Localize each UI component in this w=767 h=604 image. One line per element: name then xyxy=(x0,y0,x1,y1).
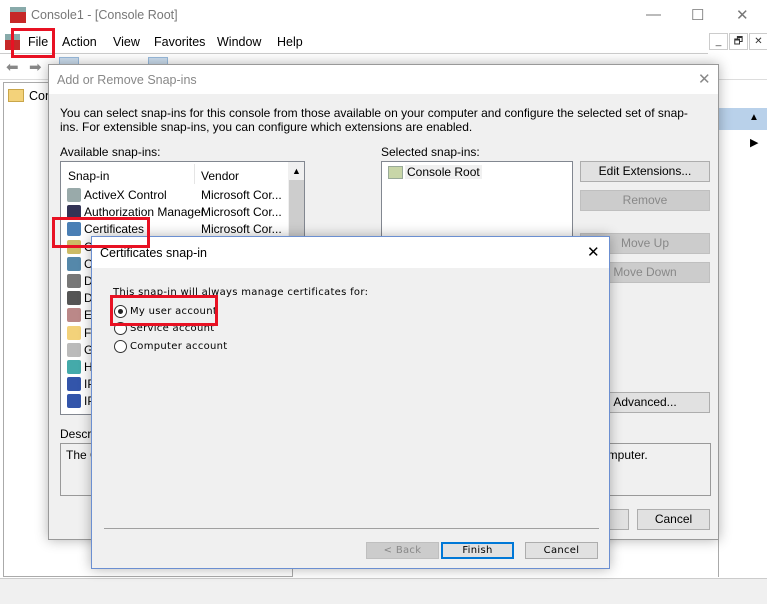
scroll-thumb[interactable] xyxy=(289,180,304,240)
column-header-vendor[interactable]: Vendor xyxy=(201,169,239,183)
status-bar xyxy=(0,578,767,604)
remove-button[interactable]: Remove xyxy=(580,190,710,211)
snapin-icon xyxy=(67,377,81,392)
snapin-icon xyxy=(67,325,81,340)
mdi-minimize-button[interactable]: _ xyxy=(709,33,728,50)
selected-snapins-label: Selected snap-ins: xyxy=(381,145,480,159)
folder-icon xyxy=(8,89,24,102)
dialog-title-bar: Add or Remove Snap-ins ✕ xyxy=(49,65,718,94)
cert-dialog-title: Certificates snap-in xyxy=(100,246,207,260)
highlight-my-user-account xyxy=(110,295,218,326)
menu-help[interactable]: Help xyxy=(277,35,303,49)
expand-right-icon[interactable]: ▶ xyxy=(750,136,758,149)
close-button[interactable]: ✕ xyxy=(736,6,749,24)
menu-window[interactable]: Window xyxy=(217,35,261,49)
snapin-icon xyxy=(67,256,81,271)
snapin-row[interactable]: D xyxy=(67,290,93,307)
cert-dialog-title-bar: Certificates snap-in ✕ xyxy=(92,237,609,268)
snapin-name: ActiveX Control xyxy=(84,188,167,202)
snapin-vendor: Microsoft Cor... xyxy=(201,188,282,202)
mmc-app-icon xyxy=(10,7,26,23)
window-title: Console1 - [Console Root] xyxy=(31,8,178,22)
snapin-icon xyxy=(67,360,81,374)
dialog-close-button[interactable]: ✕ xyxy=(698,70,711,88)
available-snapins-label: Available snap-ins: xyxy=(60,145,161,159)
snapin-row[interactable]: ActiveX Control Microsoft Cor... xyxy=(67,187,282,204)
edit-extensions-button[interactable]: Edit Extensions... xyxy=(580,161,710,182)
folder-icon xyxy=(388,166,403,179)
certificates-snapin-dialog: Certificates snap-in ✕ This snap-in will… xyxy=(91,236,610,569)
menu-view[interactable]: View xyxy=(113,35,140,49)
menu-action[interactable]: Action xyxy=(62,35,97,49)
snapin-icon xyxy=(67,394,81,409)
cert-dialog-close-button[interactable]: ✕ xyxy=(587,243,600,261)
menu-favorites[interactable]: Favorites xyxy=(154,35,205,49)
mdi-restore-button[interactable]: 🗗 xyxy=(729,33,748,50)
cancel-button[interactable]: Cancel xyxy=(637,509,710,530)
separator xyxy=(104,528,599,529)
minimize-button[interactable]: — xyxy=(646,6,661,23)
label-computer-account[interactable]: Computer account xyxy=(130,341,228,352)
snapin-icon xyxy=(67,291,81,306)
snapin-row[interactable]: H xyxy=(67,359,93,376)
scroll-up-icon[interactable]: ▲ xyxy=(292,166,301,176)
actions-header[interactable]: ▲ xyxy=(719,108,767,130)
highlight-certificates xyxy=(52,217,150,248)
back-button[interactable]: < Back xyxy=(366,542,439,559)
dialog-title: Add or Remove Snap-ins xyxy=(57,73,197,87)
snapin-icon xyxy=(67,342,81,357)
snapin-icon xyxy=(67,274,81,288)
actions-pane: ▲ ▶ xyxy=(718,82,767,577)
highlight-file-menu xyxy=(11,28,55,58)
column-header-snapin[interactable]: Snap-in xyxy=(68,169,109,183)
cert-cancel-button[interactable]: Cancel xyxy=(525,542,598,559)
selected-item-console-root[interactable]: Console Root xyxy=(405,165,482,179)
snapin-row[interactable]: G xyxy=(67,342,93,359)
snapin-row[interactable]: C xyxy=(67,256,93,273)
snapin-row[interactable]: D xyxy=(67,273,93,290)
menu-bar: File Action View Favorites Window Help xyxy=(0,30,708,54)
snapin-icon xyxy=(67,188,81,202)
collapse-up-icon[interactable]: ▲ xyxy=(749,112,759,123)
window-title-bar: Console1 - [Console Root] — ☐ ✕ xyxy=(0,0,767,30)
radio-computer-account[interactable] xyxy=(114,340,127,353)
forward-arrow-icon[interactable]: ➡ xyxy=(29,58,42,76)
dialog-intro-text: You can select snap-ins for this console… xyxy=(60,106,688,134)
back-arrow-icon[interactable]: ⬅ xyxy=(6,58,19,76)
finish-button[interactable]: Finish xyxy=(441,542,514,559)
maximize-button[interactable]: ☐ xyxy=(691,6,704,24)
snapin-icon xyxy=(67,308,81,323)
snapin-vendor: Microsoft Cor... xyxy=(201,205,282,220)
mdi-close-button[interactable]: ✕ xyxy=(749,33,767,50)
